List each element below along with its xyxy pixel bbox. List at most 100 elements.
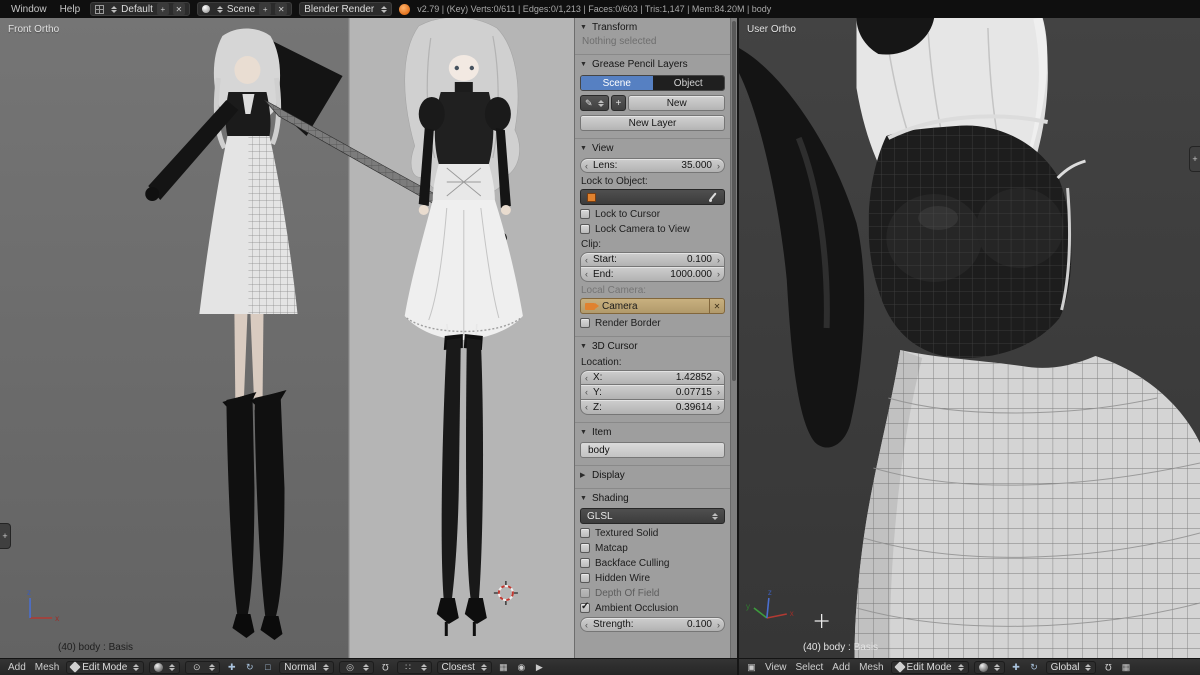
render-opengl-icon[interactable]: ◉ bbox=[515, 661, 528, 674]
section-header-gpencil[interactable]: ▼ Grease Pencil Layers bbox=[580, 56, 725, 72]
delete-screen-button[interactable]: ✕ bbox=[172, 3, 185, 15]
cursor-z-field[interactable]: ‹ Z: 0.39614 › bbox=[580, 400, 725, 415]
snap-element-dropdown[interactable]: ∷ bbox=[396, 660, 432, 674]
menu-view[interactable]: View bbox=[763, 662, 789, 673]
properties-expand-handle[interactable]: + bbox=[1189, 146, 1200, 172]
backface-culling-checkbox[interactable]: Backface Culling bbox=[580, 556, 725, 570]
section-header-3d-cursor[interactable]: ▼ 3D Cursor bbox=[580, 338, 725, 354]
transform-orientation-dropdown[interactable]: Global bbox=[1045, 660, 1097, 674]
render-engine-dropdown[interactable]: Blender Render bbox=[299, 2, 393, 16]
menu-add[interactable]: Add bbox=[830, 662, 852, 673]
clip-start-field[interactable]: ‹ Start: 0.100 › bbox=[580, 252, 725, 267]
increase-arrow[interactable]: › bbox=[717, 254, 720, 266]
section-header-transform[interactable]: ▼ Transform bbox=[580, 19, 725, 35]
menu-window[interactable]: Window bbox=[8, 4, 50, 15]
gpencil-data-selector[interactable]: ✎ bbox=[580, 95, 609, 111]
eyedropper-icon[interactable] bbox=[708, 192, 718, 203]
decrease-arrow[interactable]: ‹ bbox=[585, 160, 588, 172]
decrease-arrow[interactable]: ‹ bbox=[585, 401, 588, 413]
section-header-view[interactable]: ▼ View bbox=[580, 140, 725, 156]
textured-solid-checkbox[interactable]: Textured Solid bbox=[580, 526, 725, 540]
section-header-display[interactable]: ▶ Display bbox=[580, 467, 725, 483]
increase-arrow[interactable]: › bbox=[717, 386, 720, 398]
menu-mesh[interactable]: Mesh bbox=[33, 662, 61, 673]
hidden-wire-checkbox[interactable]: Hidden Wire bbox=[580, 571, 725, 585]
clip-end-field[interactable]: ‹ End: 1000.000 › bbox=[580, 267, 725, 282]
section-header-item[interactable]: ▼ Item bbox=[580, 424, 725, 440]
section-title: Display bbox=[592, 469, 625, 481]
mode-dropdown[interactable]: Edit Mode bbox=[66, 660, 145, 674]
pivot-center-dropdown[interactable]: ⊙ bbox=[185, 660, 221, 674]
snap-target-dropdown[interactable]: Closest bbox=[436, 660, 492, 674]
menu-add[interactable]: Add bbox=[6, 662, 28, 673]
tab-object[interactable]: Object bbox=[652, 76, 724, 90]
menu-help[interactable]: Help bbox=[57, 4, 84, 15]
screen-layout-selector[interactable]: Default + ✕ bbox=[90, 2, 190, 16]
increase-arrow[interactable]: › bbox=[717, 372, 720, 384]
tab-scene[interactable]: Scene bbox=[581, 76, 653, 90]
increase-arrow[interactable]: › bbox=[717, 619, 720, 631]
lens-field[interactable]: ‹ Lens: 35.000 › bbox=[580, 158, 725, 173]
shading-mode-dropdown[interactable]: GLSL bbox=[580, 508, 725, 524]
editor-type-button[interactable]: ▣ bbox=[745, 661, 758, 674]
panel-scrollbar[interactable] bbox=[730, 18, 737, 658]
proportional-editing-dropdown[interactable]: ◎ bbox=[338, 660, 374, 674]
user-viewport-scene: x y z bbox=[739, 18, 1200, 658]
info-header: Window Help Default + ✕ Scene + ✕ Blende… bbox=[0, 0, 1200, 18]
viewport-front-ortho[interactable]: x z Front Ortho (40) body : Basis + bbox=[0, 18, 574, 658]
transform-orientation-dropdown[interactable]: Normal bbox=[279, 660, 334, 674]
decrease-arrow[interactable]: ‹ bbox=[585, 254, 588, 266]
decrease-arrow[interactable]: ‹ bbox=[585, 619, 588, 631]
lock-to-object-field[interactable] bbox=[580, 189, 725, 205]
viewport-label: Front Ortho bbox=[8, 24, 60, 35]
illustration-right-stocking bbox=[466, 338, 484, 600]
section-title: Item bbox=[592, 426, 612, 438]
mode-dropdown[interactable]: Edit Mode bbox=[890, 660, 969, 674]
add-scene-button[interactable]: + bbox=[259, 3, 272, 15]
occlude-geometry-icon[interactable]: ▦ bbox=[497, 661, 510, 674]
decrease-arrow[interactable]: ‹ bbox=[585, 386, 588, 398]
add-screen-button[interactable]: + bbox=[156, 3, 169, 15]
occlude-geometry-icon[interactable]: ▦ bbox=[1119, 661, 1132, 674]
decrease-arrow[interactable]: ‹ bbox=[585, 372, 588, 384]
cursor-x-field[interactable]: ‹ X: 1.42852 › bbox=[580, 370, 725, 385]
collapse-arrow-icon: ▼ bbox=[580, 144, 587, 152]
manipulator-rotate-icon[interactable]: ↻ bbox=[1028, 661, 1041, 674]
lock-to-cursor-checkbox[interactable]: Lock to Cursor bbox=[580, 207, 725, 221]
increase-arrow[interactable]: › bbox=[717, 160, 720, 172]
gpencil-new-button[interactable]: New bbox=[628, 95, 725, 111]
ao-strength-field[interactable]: ‹ Strength: 0.100 › bbox=[580, 617, 725, 632]
item-name-field[interactable]: body bbox=[580, 442, 725, 458]
cursor-y-field[interactable]: ‹ Y: 0.07715 › bbox=[580, 385, 725, 400]
delete-scene-button[interactable]: ✕ bbox=[275, 3, 288, 15]
render-border-checkbox[interactable]: Render Border bbox=[580, 316, 725, 330]
menu-mesh[interactable]: Mesh bbox=[857, 662, 885, 673]
scene-selector[interactable]: Scene + ✕ bbox=[196, 2, 293, 16]
render-opengl-animation-icon[interactable]: ▶ bbox=[533, 661, 546, 674]
new-layer-button[interactable]: New Layer bbox=[580, 115, 725, 131]
viewport-shading-dropdown[interactable] bbox=[973, 660, 1005, 674]
menu-select[interactable]: Select bbox=[794, 662, 826, 673]
manipulator-scale-icon[interactable]: □ bbox=[261, 661, 274, 674]
collapse-arrow-icon: ▼ bbox=[580, 60, 587, 68]
section-header-shading[interactable]: ▼ Shading bbox=[580, 490, 725, 506]
scrollbar-handle[interactable] bbox=[732, 21, 736, 381]
snap-magnet-icon[interactable]: Ω bbox=[379, 661, 392, 674]
increase-arrow[interactable]: › bbox=[717, 401, 720, 413]
viewport-user-ortho[interactable]: x y z User Ortho (40) body : Basis + bbox=[739, 18, 1200, 658]
gpencil-add-data-button[interactable]: + bbox=[610, 95, 627, 111]
increase-arrow[interactable]: › bbox=[717, 268, 720, 280]
matcap-checkbox[interactable]: Matcap bbox=[580, 541, 725, 555]
manipulator-rotate-icon[interactable]: ↻ bbox=[243, 661, 256, 674]
clear-camera-button[interactable]: ✕ bbox=[709, 299, 724, 313]
ambient-occlusion-checkbox[interactable]: Ambient Occlusion bbox=[580, 601, 725, 615]
viewport-shading-dropdown[interactable] bbox=[149, 660, 181, 674]
local-camera-field[interactable]: Camera ✕ bbox=[580, 298, 725, 314]
toolshelf-expand-handle[interactable]: + bbox=[0, 523, 11, 549]
manipulator-translate-icon[interactable]: ✚ bbox=[225, 661, 238, 674]
decrease-arrow[interactable]: ‹ bbox=[585, 268, 588, 280]
manipulator-translate-icon[interactable]: ✚ bbox=[1010, 661, 1023, 674]
viewport-shading-icon bbox=[978, 662, 988, 672]
snap-magnet-icon[interactable]: Ω bbox=[1101, 661, 1114, 674]
lock-camera-to-view-checkbox[interactable]: Lock Camera to View bbox=[580, 222, 725, 236]
